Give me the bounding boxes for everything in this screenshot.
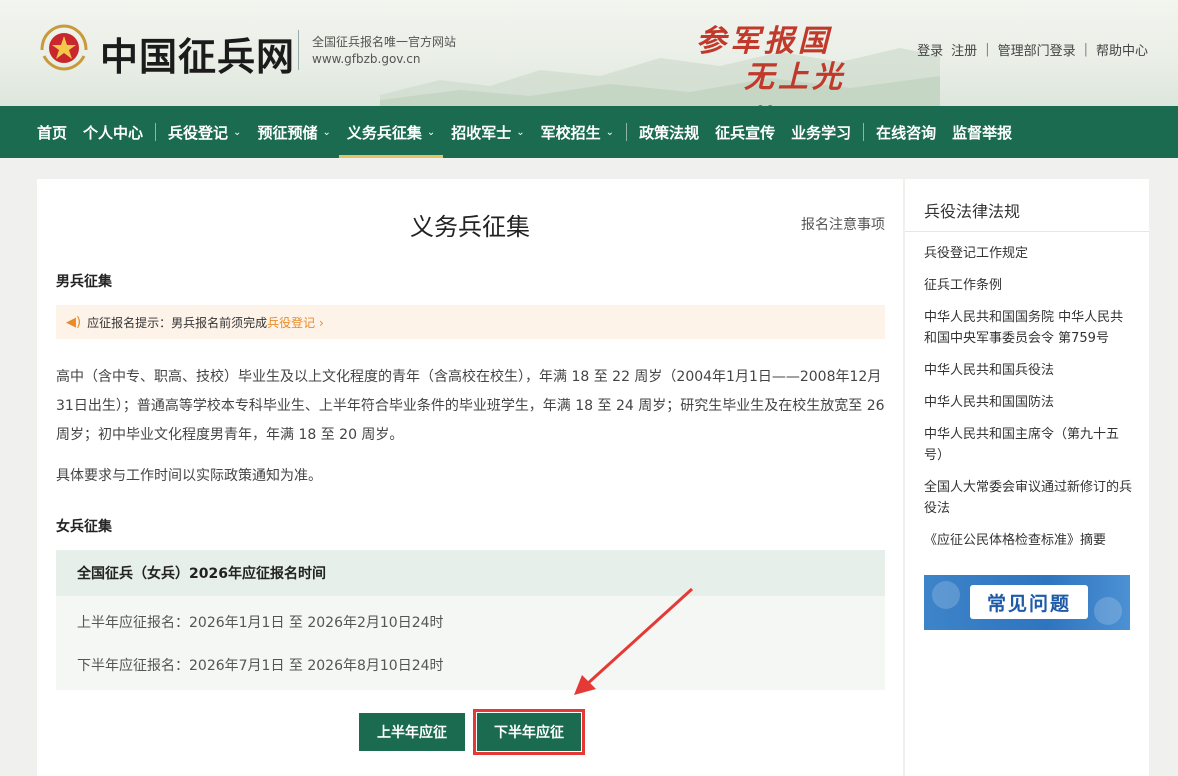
nav-item-conscription[interactable]: 义务兵征集 ⌄ xyxy=(338,106,444,158)
nav-item-home[interactable]: 首页 xyxy=(37,106,75,158)
link-separator: | xyxy=(1083,42,1088,57)
law-item[interactable]: 征兵工作条例 xyxy=(924,275,1134,296)
tip-registration-link[interactable]: 兵役登记 › xyxy=(267,314,324,331)
law-item[interactable]: 兵役登记工作规定 xyxy=(924,243,1134,264)
site-url: www.gfbzb.gov.cn xyxy=(312,52,421,66)
nav-separator xyxy=(863,123,865,141)
nav-label: 军校招生 xyxy=(540,123,601,142)
law-item[interactable]: 全国人大常委会审议通过新修订的兵役法 xyxy=(924,477,1134,519)
faq-decoration xyxy=(1094,597,1122,625)
nav-item-registration[interactable]: 兵役登记 ⌄ xyxy=(160,106,249,158)
nav-item-study[interactable]: 业务学习 xyxy=(783,106,859,158)
law-item[interactable]: 中华人民共和国国防法 xyxy=(924,392,1134,413)
army-emblem-icon xyxy=(40,24,88,71)
first-half-period: 上半年应征报名：2026年1月1日 至 2026年2月10日24时 xyxy=(77,615,444,631)
nav-item-military-academy[interactable]: 军校招生 ⌄ xyxy=(533,106,622,158)
tip-text: 应征报名提示：男兵报名前须完成 xyxy=(87,315,268,330)
main-content: 义务兵征集 报名注意事项 男兵征集 ◀) 应征报名提示：男兵报名前须完成 兵役登… xyxy=(37,179,903,776)
law-item[interactable]: 《应征公民体格检查标准》摘要 xyxy=(924,530,1134,551)
nav-label: 义务兵征集 xyxy=(346,123,422,142)
page-title: 义务兵征集 xyxy=(410,213,530,241)
nav-label: 征兵宣传 xyxy=(715,123,776,142)
law-sidebar: 兵役法律法规 兵役登记工作规定 征兵工作条例 中华人民共和国国务院 中华人民共和… xyxy=(905,179,1149,776)
nav-item-policy[interactable]: 政策法规 xyxy=(631,106,707,158)
login-link[interactable]: 登录 xyxy=(917,40,943,59)
nav-item-personal-center[interactable]: 个人中心 xyxy=(75,106,151,158)
calligraphy-slogan: 参军报国 无上光荣 xyxy=(696,16,856,106)
faq-label: 常见问题 xyxy=(970,585,1088,619)
nav-separator xyxy=(626,123,628,141)
law-item[interactable]: 中华人民共和国国务院 中华人民共和国中央军事委员会令 第759号 xyxy=(924,307,1134,349)
faq-decoration xyxy=(932,581,960,609)
nav-label: 兵役登记 xyxy=(168,123,229,142)
male-section-title: 男兵征集 xyxy=(56,274,112,290)
female-period-box: 全国征兵（女兵）2026年应征报名时间 上半年应征报名：2026年1月1日 至 … xyxy=(56,550,885,690)
first-half-apply-button[interactable]: 上半年应征 xyxy=(359,713,465,751)
nav-item-pre-enlistment[interactable]: 预征预储 ⌄ xyxy=(249,106,338,158)
sidebar-title: 兵役法律法规 xyxy=(924,202,1021,221)
second-half-period: 下半年应征报名：2026年7月1日 至 2026年8月10日24时 xyxy=(77,658,444,674)
sidebar-divider xyxy=(905,231,1149,232)
period-heading: 全国征兵（女兵）2026年应征报名时间 xyxy=(56,550,885,596)
nav-item-consult[interactable]: 在线咨询 xyxy=(868,106,944,158)
great-wall-background xyxy=(380,48,940,106)
nav-label: 个人中心 xyxy=(83,123,144,142)
chevron-down-icon: ⌄ xyxy=(516,126,525,138)
header-divider xyxy=(298,30,299,70)
law-item[interactable]: 中华人民共和国兵役法 xyxy=(924,360,1134,381)
female-section-title: 女兵征集 xyxy=(56,519,112,535)
law-item[interactable]: 中华人民共和国主席令（第九十五号） xyxy=(924,424,1134,466)
site-slogan: 全国征兵报名唯一官方网站 xyxy=(312,35,457,49)
nav-label: 预征预储 xyxy=(257,123,318,142)
chevron-right-icon: › xyxy=(318,315,324,330)
nav-label: 招收军士 xyxy=(451,123,512,142)
help-center-link[interactable]: 帮助中心 xyxy=(1096,40,1148,59)
chevron-down-icon: ⌄ xyxy=(322,126,331,138)
speaker-icon: ◀) xyxy=(66,314,82,330)
faq-banner[interactable]: 常见问题 xyxy=(924,575,1130,630)
chevron-down-icon: ⌄ xyxy=(233,126,242,138)
link-separator: | xyxy=(985,42,990,57)
registration-notice-link[interactable]: 报名注意事项 xyxy=(801,214,885,234)
nav-item-report[interactable]: 监督举报 xyxy=(944,106,1020,158)
chevron-down-icon: ⌄ xyxy=(605,126,615,138)
register-link[interactable]: 注册 xyxy=(951,40,977,59)
site-header: 中国征兵网 全国征兵报名唯一官方网站 www.gfbzb.gov.cn 参军报国… xyxy=(0,0,1178,106)
calligraphy-line-2: 无上光荣 xyxy=(744,60,846,106)
male-requirements: 高中（含中专、职高、技校）毕业生及以上文化程度的青年（含高校在校生），年满 18… xyxy=(56,369,885,443)
main-nav: 首页 个人中心 兵役登记 ⌄ 预征预储 ⌄ 义务兵征集 ⌄ 招收军士 ⌄ 军校招生 ⌄ 政… xyxy=(0,106,1178,158)
registration-tip: ◀) 应征报名提示：男兵报名前须完成 兵役登记 › xyxy=(56,305,885,339)
nav-separator xyxy=(155,123,157,141)
male-note: 具体要求与工作时间以实际政策通知为准。 xyxy=(56,468,322,484)
nav-label: 业务学习 xyxy=(791,123,852,142)
admin-login-link[interactable]: 管理部门登录 xyxy=(998,40,1076,59)
top-links: 登录 注册 | 管理部门登录 | 帮助中心 xyxy=(917,40,1148,59)
nav-label: 政策法规 xyxy=(639,123,700,142)
nav-item-nco-recruitment[interactable]: 招收军士 ⌄ xyxy=(443,106,532,158)
second-half-apply-button[interactable]: 下半年应征 xyxy=(473,709,585,755)
law-list: 兵役登记工作规定 征兵工作条例 中华人民共和国国务院 中华人民共和国中央军事委员… xyxy=(924,243,1134,562)
chevron-down-icon: ⌄ xyxy=(426,126,436,138)
site-name[interactable]: 中国征兵网 xyxy=(100,26,295,81)
tip-link-label: 兵役登记 xyxy=(267,315,316,330)
nav-label: 监督举报 xyxy=(952,123,1013,142)
nav-item-publicity[interactable]: 征兵宣传 xyxy=(707,106,783,158)
nav-label: 在线咨询 xyxy=(876,123,937,142)
nav-label: 首页 xyxy=(37,123,68,142)
